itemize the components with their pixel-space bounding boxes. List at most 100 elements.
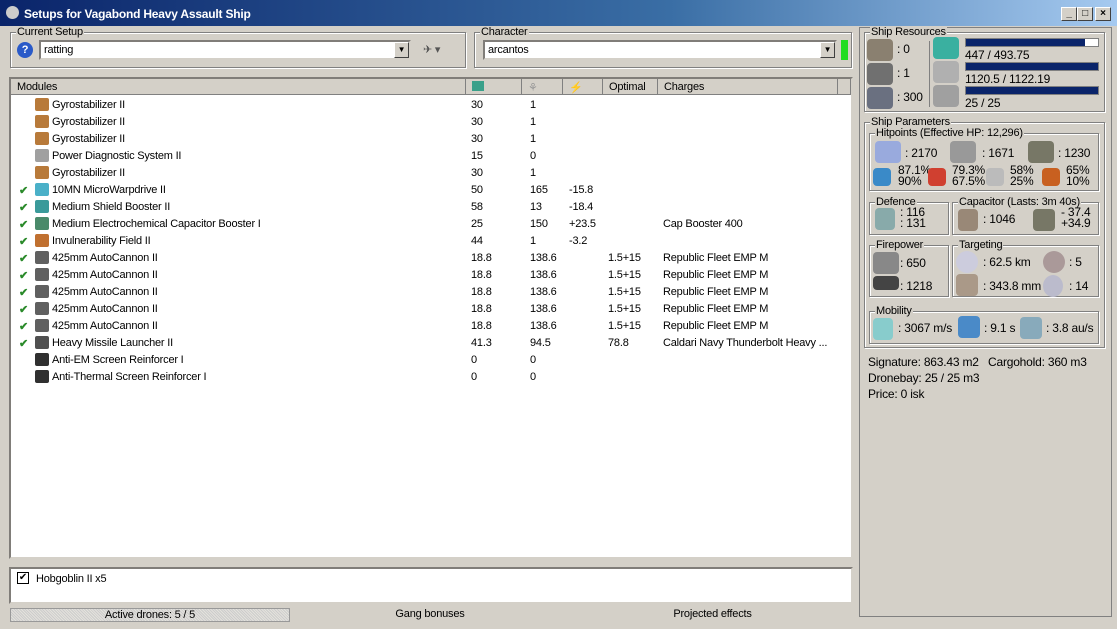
module-name: 425mm AutoCannon II: [52, 269, 158, 281]
em-resist-icon: [873, 168, 891, 186]
cpu-icon: [933, 37, 959, 59]
column-cpu[interactable]: [466, 79, 522, 95]
cpu-value: 447 / 493.75: [965, 48, 1030, 62]
module-icon: [35, 149, 49, 162]
column-optimal[interactable]: Optimal: [603, 79, 658, 95]
powergrid-icon: ⚘: [528, 82, 538, 94]
module-icon: [35, 217, 49, 230]
module-row[interactable]: ✔ 425mm AutoCannon II 18.8 138.6 1.5+15 Repub…: [11, 301, 831, 318]
column-modules[interactable]: Modules: [11, 79, 466, 95]
module-name: 10MN MicroWarpdrive II: [52, 184, 166, 196]
targeting-range-icon: [956, 251, 978, 273]
module-cpu: 18.8: [471, 286, 492, 298]
cargohold: Cargohold: 360 m3: [988, 355, 1087, 369]
powergrid-value: 1120.5 / 1122.19: [965, 72, 1051, 86]
module-row[interactable]: ✔ 10MN MicroWarpdrive II 50 165 -15.8: [11, 182, 831, 199]
hitpoints-group: Hitpoints (Effective HP: 12,296) : 2170 …: [869, 127, 1099, 191]
active-check-icon: ✔: [19, 202, 29, 214]
tab-label: Projected effects: [673, 608, 752, 620]
drones-list[interactable]: ✔ Hobgoblin II x5: [9, 567, 853, 604]
module-powergrid: 138.6: [530, 286, 557, 298]
defence-group: Defence : 116: 131: [869, 196, 949, 235]
module-cpu: 18.8: [471, 269, 492, 281]
module-icon: [35, 234, 49, 247]
module-row[interactable]: ✔ 425mm AutoCannon II 18.8 138.6 1.5+15 Repub…: [11, 284, 831, 301]
powergrid-bar: [965, 62, 1099, 71]
module-row[interactable]: ✔ Medium Shield Booster II 58 13 -18.4: [11, 199, 831, 216]
module-row[interactable]: ✔ 425mm AutoCannon II 18.8 138.6 1.5+15 Repub…: [11, 267, 831, 284]
tab-gang-bonuses[interactable]: Gang bonuses: [290, 608, 570, 622]
active-check-icon: ✔: [19, 321, 29, 333]
module-row[interactable]: ✔ 425mm AutoCannon II 18.8 138.6 1.5+15 Repub…: [11, 318, 831, 335]
align-time-icon: [958, 316, 980, 338]
drone-checkbox[interactable]: ✔: [17, 572, 29, 584]
maximize-button[interactable]: □: [1077, 7, 1093, 21]
signature-radius: Signature: 863.43 m2: [868, 355, 979, 369]
module-name: 425mm AutoCannon II: [52, 303, 158, 315]
module-row[interactable]: Gyrostabilizer II 30 1: [11, 131, 831, 148]
module-cpu: 50: [471, 184, 483, 196]
module-powergrid: 150: [530, 218, 548, 230]
module-cpu: 30: [471, 99, 483, 111]
chevron-down-icon[interactable]: ▼: [820, 42, 835, 58]
hull-hp: : 1230: [1058, 146, 1091, 160]
module-capacitor: +23.5: [569, 218, 596, 230]
column-charges[interactable]: Charges: [658, 79, 838, 95]
module-icon: [35, 183, 49, 196]
module-icon: [35, 336, 49, 349]
minimize-button[interactable]: _: [1061, 7, 1077, 21]
chevron-down-icon[interactable]: ▼: [394, 42, 409, 58]
module-row[interactable]: ✔ Invulnerability Field II 44 1 -3.2: [11, 233, 831, 250]
module-row[interactable]: Anti-Thermal Screen Reinforcer I 0 0: [11, 369, 831, 386]
explosive-resist-icon: [1042, 168, 1060, 186]
module-name: Invulnerability Field II: [52, 235, 151, 247]
drone-item[interactable]: Hobgoblin II x5: [36, 573, 107, 585]
help-icon[interactable]: ?: [17, 42, 33, 58]
ship-tools-menu-icon[interactable]: ✈ ▾: [423, 43, 440, 56]
module-row[interactable]: Gyrostabilizer II 30 1: [11, 114, 831, 131]
cap-regen: +34.9: [1061, 216, 1091, 230]
module-icon: [35, 115, 49, 128]
capacitor-group: Capacitor (Lasts: 3m 40s) : 1046 - 37.4 +…: [952, 196, 1099, 235]
module-row[interactable]: Anti-EM Screen Reinforcer I 0 0: [11, 352, 831, 369]
tab-projected-effects[interactable]: Projected effects: [570, 608, 855, 622]
module-powergrid: 138.6: [530, 252, 557, 264]
column-powergrid[interactable]: ⚘: [522, 79, 563, 95]
module-row[interactable]: Power Diagnostic System II 15 0: [11, 148, 831, 165]
module-icon: [35, 319, 49, 332]
active-check-icon: ✔: [19, 236, 29, 248]
firepower-label: Firepower: [875, 239, 925, 251]
module-powergrid: 1: [530, 133, 536, 145]
sensor-strength: : 14: [1069, 279, 1089, 293]
module-row[interactable]: Gyrostabilizer II 30 1: [11, 165, 831, 182]
shield-hp: : 2170: [905, 146, 938, 160]
module-row[interactable]: ✔ Medium Electrochemical Capacitor Booste…: [11, 216, 831, 233]
module-cpu: 30: [471, 167, 483, 179]
module-capacitor: -18.4: [569, 201, 594, 213]
module-charge: Republic Fleet EMP M: [663, 303, 769, 315]
module-icon: [35, 132, 49, 145]
cap-recharge-icon: [1033, 209, 1055, 231]
column-capacitor[interactable]: ⚡: [563, 79, 603, 95]
module-powergrid: 138.6: [530, 303, 557, 315]
module-row[interactable]: ✔ Heavy Missile Launcher II 41.3 94.5 78.8 Ca…: [11, 335, 831, 352]
targeting-group: Targeting : 62.5 km : 5 : 343.8 mm : 14: [952, 239, 1099, 297]
module-row[interactable]: Gyrostabilizer II 30 1: [11, 97, 831, 114]
setup-select[interactable]: ratting ▼: [39, 40, 411, 60]
character-select[interactable]: arcantos ▼: [483, 40, 837, 60]
modules-list[interactable]: Modules ⚘ ⚡ Optimal Charges Gyrostabiliz…: [9, 77, 853, 559]
module-powergrid: 1: [530, 167, 536, 179]
module-powergrid: 1: [530, 99, 536, 111]
tab-active-drones[interactable]: Active drones: 5 / 5: [10, 608, 290, 622]
warp-speed: : 3.8 au/s: [1046, 321, 1094, 335]
module-charge: Cap Booster 400: [663, 218, 743, 230]
launcher-hardpoint-icon: [867, 63, 893, 85]
module-optimal: 1.5+15: [608, 320, 641, 332]
close-button[interactable]: ×: [1095, 7, 1111, 21]
module-powergrid: 13: [530, 201, 542, 213]
module-row[interactable]: ✔ 425mm AutoCannon II 18.8 138.6 1.5+15 Repub…: [11, 250, 831, 267]
drone-bandwidth-icon: [933, 85, 959, 107]
module-icon: [35, 251, 49, 264]
volley-value: : 1218: [900, 279, 933, 293]
module-cpu: 30: [471, 116, 483, 128]
